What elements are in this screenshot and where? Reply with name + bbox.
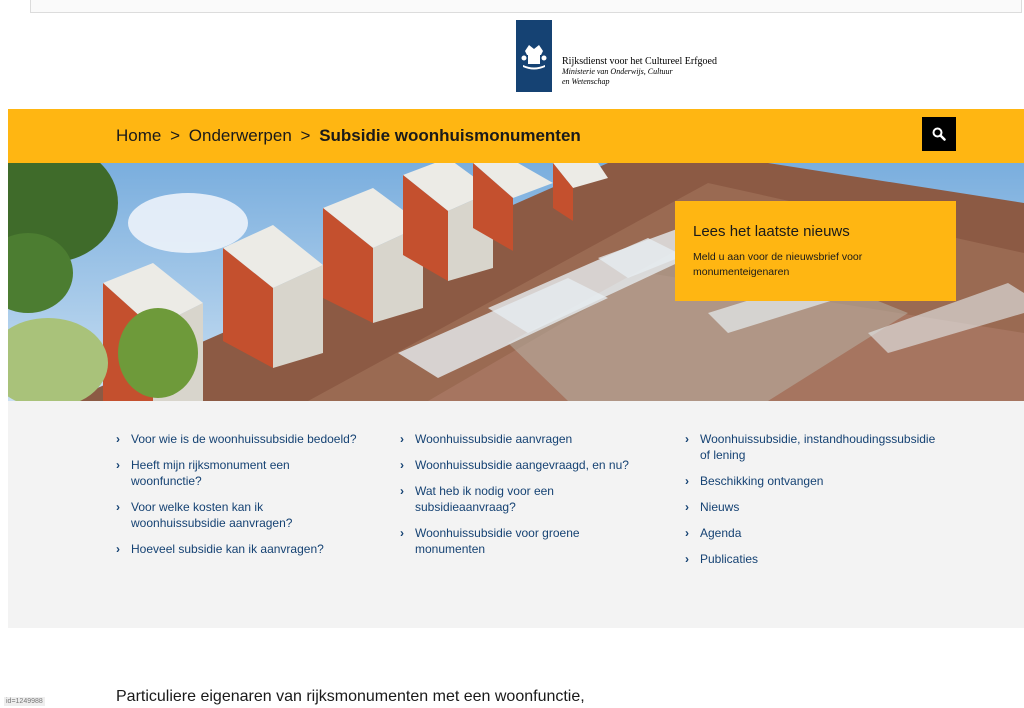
breadcrumb-separator: > bbox=[170, 126, 181, 145]
link-hoeveel-subsidie[interactable]: › Hoeveel subsidie kan ik aanvragen? bbox=[116, 541, 391, 557]
link-wat-nodig[interactable]: › Wat heb ik nodig voor een subsidieaanv… bbox=[400, 483, 595, 515]
link-nieuws[interactable]: › Nieuws bbox=[685, 499, 940, 515]
chevron-right-icon: › bbox=[400, 526, 404, 540]
link-text: Woonhuissubsidie aangevraagd, en nu? bbox=[415, 458, 629, 472]
id-label: id=1249988 bbox=[4, 697, 45, 706]
newsletter-text: Meld u aan voor de nieuwsbrief voor monu… bbox=[693, 251, 863, 278]
ministry-name: Ministerie van Onderwijs, Cultuur en Wet… bbox=[562, 67, 673, 86]
breadcrumb-current: Subsidie woonhuismonumenten bbox=[319, 126, 581, 145]
breadcrumb-separator: > bbox=[300, 126, 311, 145]
chevron-right-icon: › bbox=[116, 500, 120, 514]
link-text: Publicaties bbox=[700, 552, 759, 566]
link-text: Agenda bbox=[700, 526, 742, 540]
link-groene-monumenten[interactable]: › Woonhuissubsidie voor groene monumente… bbox=[400, 525, 615, 557]
quick-links-panel: › Voor wie is de woonhuissubsidie bedoel… bbox=[8, 401, 1024, 628]
search-button[interactable] bbox=[922, 117, 956, 151]
link-text: Heeft mijn rijksmonument een woonfunctie… bbox=[131, 458, 290, 488]
news-title: Lees het laatste nieuws bbox=[693, 223, 850, 240]
chevron-right-icon: › bbox=[685, 526, 689, 540]
chevron-right-icon: › bbox=[116, 458, 120, 472]
link-text: Woonhuissubsidie voor groene monumenten bbox=[415, 526, 580, 556]
links-column-2: › Woonhuissubsidie aanvragen › Woonhuiss… bbox=[400, 431, 675, 557]
link-text: Beschikking ontvangen bbox=[700, 474, 824, 488]
breadcrumb-home[interactable]: Home bbox=[116, 126, 161, 145]
link-aangevraagd[interactable]: › Woonhuissubsidie aangevraagd, en nu? bbox=[400, 457, 675, 473]
link-aanvragen[interactable]: › Woonhuissubsidie aanvragen bbox=[400, 431, 675, 447]
link-kosten[interactable]: › Voor welke kosten kan ik woonhuissubsi… bbox=[116, 499, 331, 531]
chevron-right-icon: › bbox=[685, 432, 689, 446]
link-text: Nieuws bbox=[700, 500, 740, 514]
link-beschikking[interactable]: › Beschikking ontvangen bbox=[685, 473, 940, 489]
link-text: Woonhuissubsidie aanvragen bbox=[415, 432, 573, 446]
link-text: Voor welke kosten kan ik woonhuissubsidi… bbox=[131, 500, 293, 530]
news-callout[interactable]: Lees het laatste nieuws Meld u aan voor … bbox=[675, 201, 956, 301]
search-icon bbox=[932, 127, 946, 141]
links-column-1: › Voor wie is de woonhuissubsidie bedoel… bbox=[116, 431, 391, 557]
browser-toolbar-strip bbox=[0, 0, 1024, 13]
link-woonfunctie[interactable]: › Heeft mijn rijksmonument een woonfunct… bbox=[116, 457, 331, 489]
link-text: Woonhuissubsidie, instandhoudingssubsidi… bbox=[700, 432, 936, 462]
intro-paragraph: Particuliere eigenaren van rijksmonument… bbox=[116, 688, 585, 705]
chevron-right-icon: › bbox=[116, 432, 120, 446]
crest-icon bbox=[516, 20, 552, 92]
breadcrumb: Home > Onderwerpen > Subsidie woonhuismo… bbox=[116, 126, 581, 146]
chevron-right-icon: › bbox=[400, 432, 404, 446]
link-text: Voor wie is de woonhuissubsidie bedoeld? bbox=[131, 432, 357, 446]
link-text: Wat heb ik nodig voor een subsidieaanvra… bbox=[415, 484, 554, 514]
chevron-right-icon: › bbox=[400, 484, 404, 498]
chevron-right-icon: › bbox=[685, 474, 689, 488]
link-publicaties[interactable]: › Publicaties bbox=[685, 551, 940, 567]
chevron-right-icon: › bbox=[116, 542, 120, 556]
link-text: Hoeveel subsidie kan ik aanvragen? bbox=[131, 542, 324, 556]
chevron-right-icon: › bbox=[685, 500, 689, 514]
links-column-3: › Woonhuissubsidie, instandhoudingssubsi… bbox=[685, 431, 940, 567]
chevron-right-icon: › bbox=[685, 552, 689, 566]
site-logo[interactable]: Rijksdienst voor het Cultureel Erfgoed M… bbox=[516, 20, 717, 92]
link-agenda[interactable]: › Agenda bbox=[685, 525, 940, 541]
breadcrumb-topics[interactable]: Onderwerpen bbox=[189, 126, 292, 145]
link-voor-wie[interactable]: › Voor wie is de woonhuissubsidie bedoel… bbox=[116, 431, 391, 447]
link-lening[interactable]: › Woonhuissubsidie, instandhoudingssubsi… bbox=[685, 431, 940, 463]
org-name: Rijksdienst voor het Cultureel Erfgoed bbox=[562, 56, 717, 67]
chevron-right-icon: › bbox=[400, 458, 404, 472]
